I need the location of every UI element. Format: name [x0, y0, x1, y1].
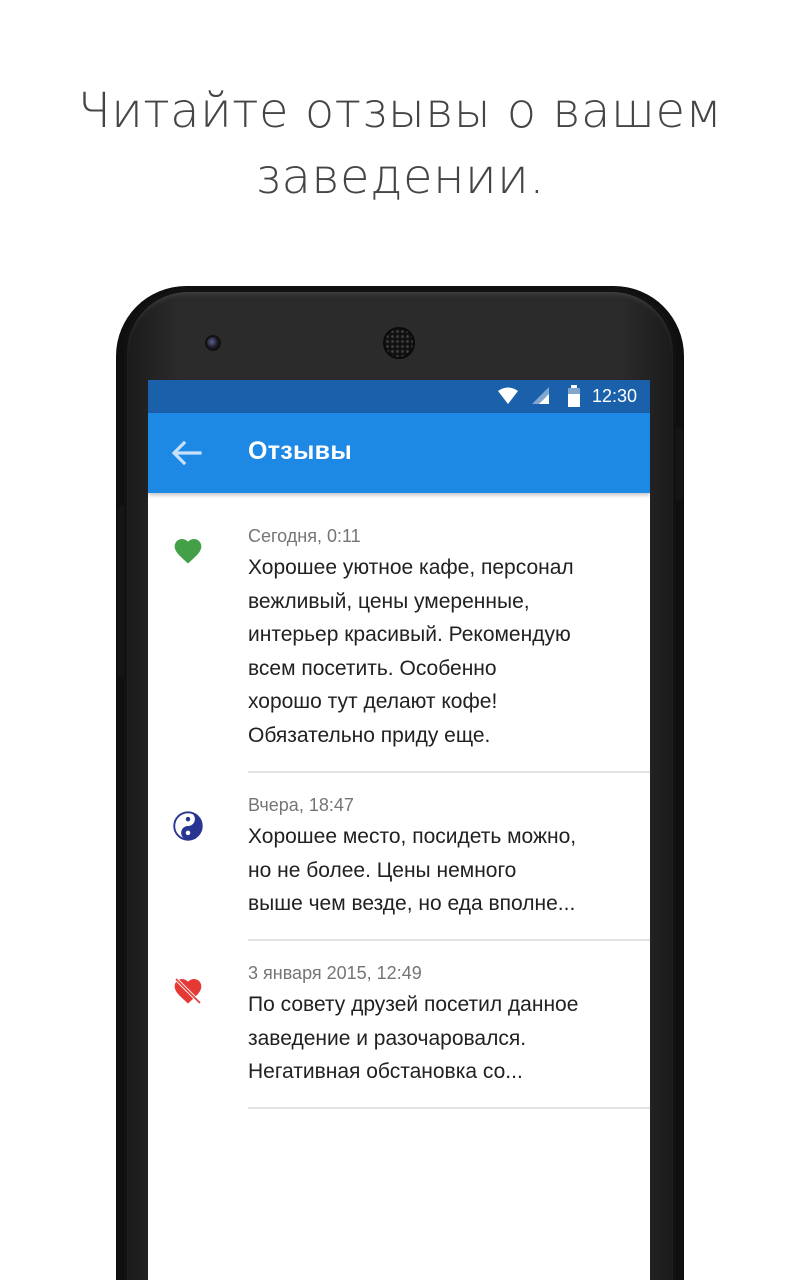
review-text-line: интерьер красивый. Рекомендую [248, 623, 571, 646]
headline-line-1: Читайте отзывы о вашем [77, 83, 723, 139]
speaker-grille-icon [383, 327, 415, 359]
headline-line-2: заведении. [255, 149, 545, 205]
review-text-line: Хорошее место, посидеть можно, [248, 825, 577, 848]
review-text-line: всем посетить. Особенно [248, 656, 497, 680]
review-item[interactable]: Сегодня, 0:11 Хорошее уютное кафе, персо… [148, 493, 650, 773]
review-text-line: хорошо тут делают кофе! [248, 690, 498, 713]
heart-icon [174, 539, 202, 564]
review-date: Вчера, 18:47 [248, 795, 354, 815]
review-text-line: вежливый, цены умеренные, [248, 589, 530, 613]
review-text: Хорошее место, посидеть можно, но не бол… [248, 820, 643, 921]
app-bar-title: Отзывы [248, 437, 352, 465]
review-text-line: но не более. Цены немного [248, 858, 517, 882]
wifi-icon [498, 387, 518, 404]
front-camera-icon [205, 335, 221, 351]
broken-heart-icon [174, 977, 202, 1005]
arrow-back-icon[interactable] [170, 439, 202, 467]
review-text-line: По совету друзей посетил данное [248, 993, 579, 1016]
review-date: 3 января 2015, 12:49 [248, 963, 422, 983]
review-text: Хорошее уютное кафе, персонал вежливый, … [248, 551, 643, 752]
review-text-line: выше чем везде, но еда вполне... [248, 892, 576, 915]
review-item[interactable]: Вчера, 18:47 Хорошее место, посидеть мож… [148, 773, 650, 941]
signal-icon [532, 387, 549, 404]
promo-headline: Читайте отзывы о вашем заведении. [0, 78, 800, 210]
review-text-line: Хорошее уютное кафе, персонал [248, 556, 574, 579]
review-date: Сегодня, 0:11 [248, 526, 361, 546]
app-bar: Отзывы [148, 413, 650, 493]
yin-yang-icon [173, 811, 203, 841]
status-bar: 12:30 [148, 380, 650, 413]
battery-icon [568, 385, 580, 407]
review-text-line: Негативная обстановка со... [248, 1060, 523, 1083]
review-item[interactable]: 3 января 2015, 12:49 По совету друзей по… [148, 941, 650, 1109]
review-text: По совету друзей посетил данное заведени… [248, 988, 643, 1089]
divider [248, 1107, 650, 1109]
review-text-line: заведение и разочаровался. [248, 1026, 527, 1050]
status-time: 12:30 [591, 386, 637, 406]
phone-screen: 12:30 Отзывы Сегодня, 0:11 Хорошее уютно… [148, 380, 650, 1280]
review-text-line: Обязательно приду еще. [248, 723, 491, 747]
